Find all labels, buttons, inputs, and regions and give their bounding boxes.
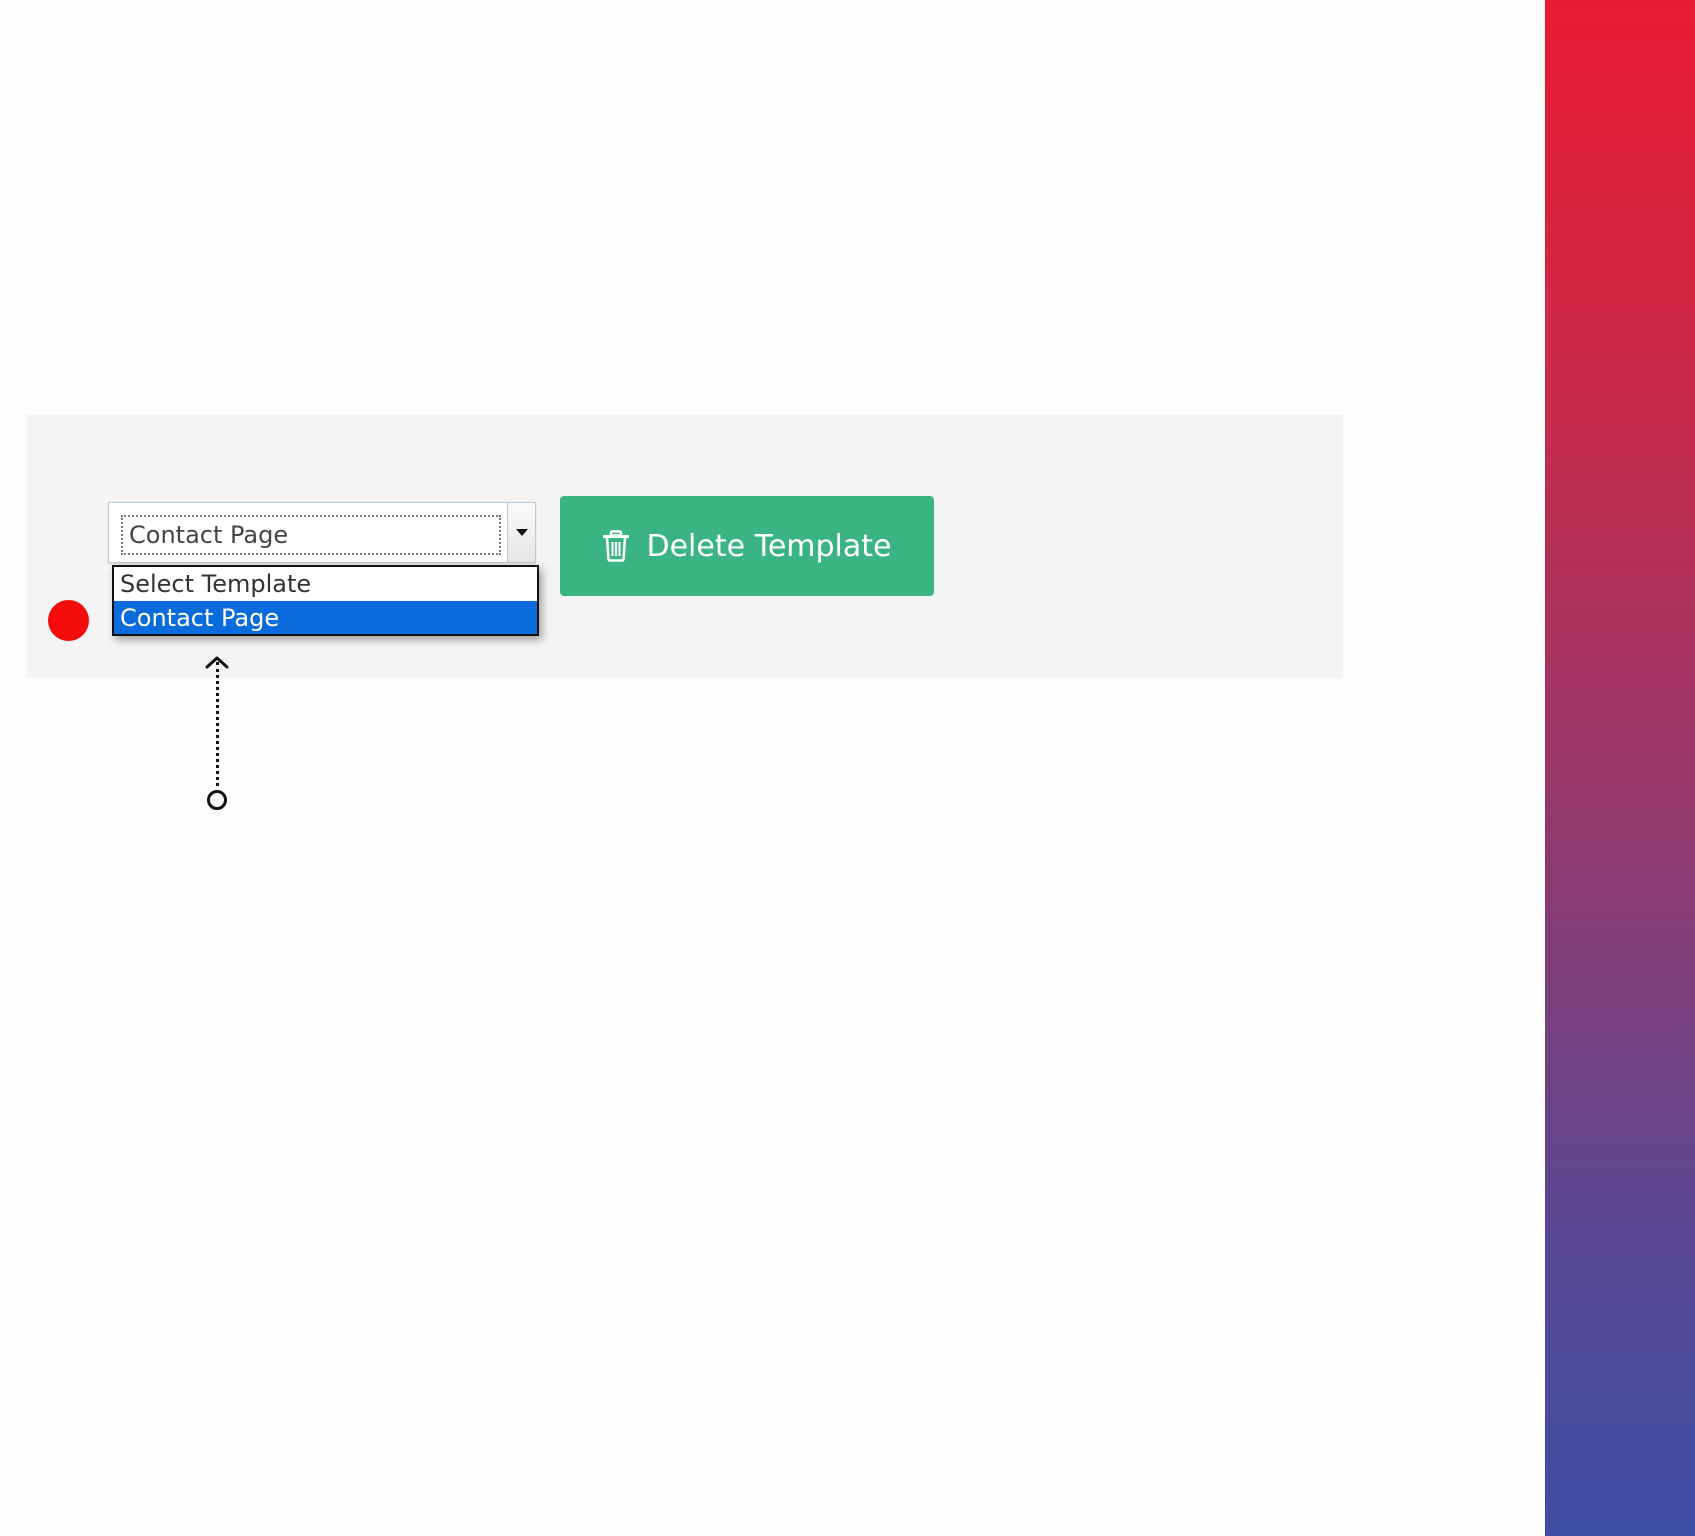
delete-template-label: Delete Template [646,528,892,564]
dropdown-option-select-template[interactable]: Select Template [114,567,537,601]
select-current-value: Contact Page [129,521,289,549]
caret-down-icon [515,528,528,536]
dropdown-option-contact-page[interactable]: Contact Page [114,601,537,634]
decorative-gradient-strip [1545,0,1695,1536]
template-select[interactable]: Contact Page [108,502,536,563]
pointer-dotted-line [216,662,219,786]
select-arrow-button[interactable] [507,503,535,562]
pointer-origin-circle [207,790,227,810]
trash-icon [602,530,629,562]
delete-template-button[interactable]: Delete Template [560,496,934,596]
red-marker-dot [48,600,89,641]
template-dropdown-list: Select Template Contact Page [112,565,539,636]
select-focus-ring: Contact Page [121,515,501,555]
